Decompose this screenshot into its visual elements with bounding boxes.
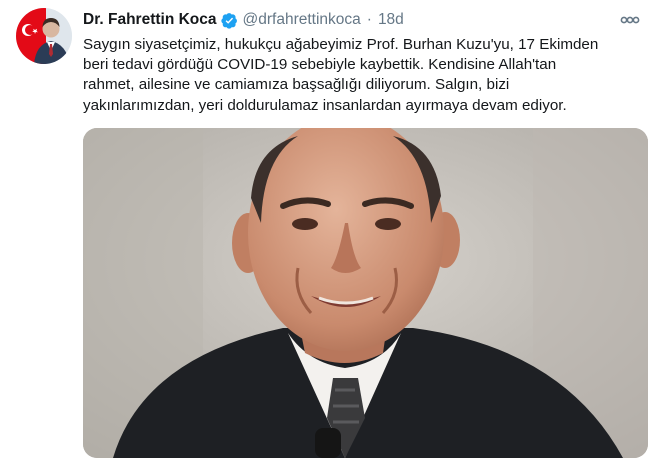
- separator-dot: ·: [366, 11, 372, 28]
- tweet-text-line: yakınlarımızdan, yeri doldurulamaz insan…: [83, 96, 567, 114]
- author-handle[interactable]: @drfahrettinkoca: [243, 11, 361, 29]
- more-options-icon[interactable]: [618, 10, 642, 30]
- avatar-image: [16, 8, 72, 64]
- avatar[interactable]: [16, 8, 72, 64]
- tweet-header: Dr. Fahrettin Koca @drfahrettinkoca · 18…: [83, 9, 404, 31]
- tweet-photo[interactable]: [83, 128, 648, 458]
- tweet-text-line: rahmet, ailesine ve camiamıza başsağlığı…: [83, 76, 510, 94]
- tweet-text-line: beri tedavi gördüğü COVID-19 sebebiyle k…: [83, 56, 557, 74]
- tweet[interactable]: Dr. Fahrettin Koca @drfahrettinkoca · 18…: [0, 0, 654, 458]
- verified-badge-icon: [220, 12, 237, 29]
- tweet-text-line: Saygın siyasetçimiz, hukukçu ağabeyimiz …: [83, 36, 599, 53]
- portrait-photo: [83, 128, 648, 458]
- tweet-text: Saygın siyasetçimiz, hukukçu ağabeyimiz …: [83, 35, 643, 116]
- tweet-time[interactable]: 18d: [378, 11, 404, 29]
- author-name[interactable]: Dr. Fahrettin Koca: [83, 11, 217, 29]
